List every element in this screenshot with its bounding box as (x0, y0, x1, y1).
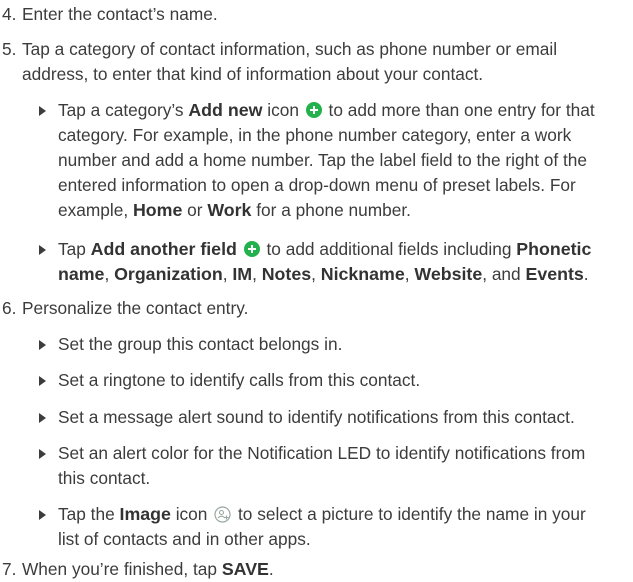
text: Tap the (58, 504, 120, 524)
im-label: IM (232, 264, 253, 284)
text: . (268, 559, 274, 579)
bullet-triangle-icon (39, 449, 46, 459)
step-text-line: address, to enter that kind of informati… (22, 64, 484, 84)
text: , and (482, 264, 526, 284)
bullet-triangle-icon (39, 413, 46, 423)
text: icon (262, 100, 304, 120)
text: , (104, 264, 115, 284)
phonetic-label: Phonetic (516, 239, 592, 259)
step-7: 7. When you’re finished, tap SAVE. (0, 557, 274, 582)
step-text: Enter the contact’s name. (22, 4, 218, 24)
bullet-triangle-icon (39, 106, 46, 116)
text: to add additional fields including (261, 239, 517, 259)
plus-circle-icon (305, 102, 322, 118)
bullet-line: list of contacts and in other apps. (58, 529, 311, 549)
bullet-set-led-color: Set an alert color for the Notification … (0, 441, 593, 491)
text: or (182, 200, 208, 220)
step-6: 6. Personalize the contact entry. (0, 296, 248, 321)
step-number: 4. (2, 4, 17, 24)
step-text-line: Tap a category of contact information, s… (22, 39, 558, 59)
text: icon (170, 504, 213, 524)
bullet-line: Set the group this contact belongs in. (58, 334, 343, 354)
bullet-line: number and add a home number. Tap the la… (58, 150, 588, 170)
name-label: name (58, 264, 105, 284)
step-5: 5. Tap a category of contact information… (0, 37, 557, 87)
events-label: Events (525, 264, 584, 284)
bullet-line: example, Home or Work for a phone number… (58, 198, 595, 223)
step-number: 6. (2, 298, 17, 318)
bullet-add-new: Tap a category’s Add new icon to add mor… (0, 98, 603, 223)
text: When you’re finished, tap (22, 559, 222, 579)
add-image-icon (214, 506, 231, 523)
notes-label: Notes (261, 264, 312, 284)
bullet-triangle-icon (39, 376, 46, 386)
add-another-field-label: Add another field (90, 239, 237, 259)
bullet-triangle-icon (39, 510, 46, 520)
organization-label: Organization (114, 264, 223, 284)
text: Tap a category’s (58, 100, 189, 120)
text: Tap (58, 239, 91, 259)
text: , (222, 264, 233, 284)
text: to add more than one entry for that (323, 100, 595, 120)
bullet-line: Tap the Image icon to select a picture t… (58, 502, 586, 527)
bullet-line: this contact. (58, 468, 151, 488)
step-number: 7. (2, 559, 17, 579)
bullet-triangle-icon (39, 245, 46, 255)
home-label: Home (132, 200, 183, 220)
text: for a phone number. (251, 200, 411, 220)
bullet-line: entered information to open a drop-down … (58, 175, 576, 195)
bullet-set-ringtone: Set a ringtone to identify calls from th… (0, 368, 428, 393)
bullet-line: Set a ringtone to identify calls from th… (58, 370, 421, 390)
save-label: SAVE (221, 559, 269, 579)
step-4: 4. Enter the contact’s name. (0, 2, 218, 27)
text: , (311, 264, 321, 284)
bullet-add-another-field: Tap Add another field to add additional … (0, 237, 599, 287)
add-new-label: Add new (188, 100, 263, 120)
text: example, (58, 200, 133, 220)
work-label: Work (207, 200, 252, 220)
bullet-line: Tap a category’s Add new icon to add mor… (58, 98, 595, 123)
plus-circle-icon (243, 241, 260, 257)
bullet-line: category. For example, in the phone numb… (58, 125, 572, 145)
bullet-line: Set a message alert sound to identify no… (58, 407, 575, 427)
step-text: When you’re finished, tap SAVE. (22, 559, 274, 579)
text: to select a picture to identify the name… (233, 504, 586, 524)
image-label: Image (119, 504, 171, 524)
text: . (583, 264, 589, 284)
bullet-line: Set an alert color for the Notification … (58, 443, 586, 463)
bullet-image: Tap the Image icon to select a picture t… (0, 502, 594, 552)
bullet-line: name, Organization, IM, Notes, Nickname,… (58, 262, 591, 287)
text: , (404, 264, 415, 284)
website-label: Website (414, 264, 483, 284)
text: , (252, 264, 262, 284)
step-text: Personalize the contact entry. (22, 298, 249, 318)
bullet-triangle-icon (39, 340, 46, 350)
step-number: 5. (2, 39, 17, 59)
nickname-label: Nickname (320, 264, 405, 284)
bullet-line: Tap Add another field to add additional … (58, 237, 591, 262)
bullet-set-group: Set the group this contact belongs in. (0, 332, 350, 357)
bullet-set-message-alert: Set a message alert sound to identify no… (0, 405, 583, 430)
